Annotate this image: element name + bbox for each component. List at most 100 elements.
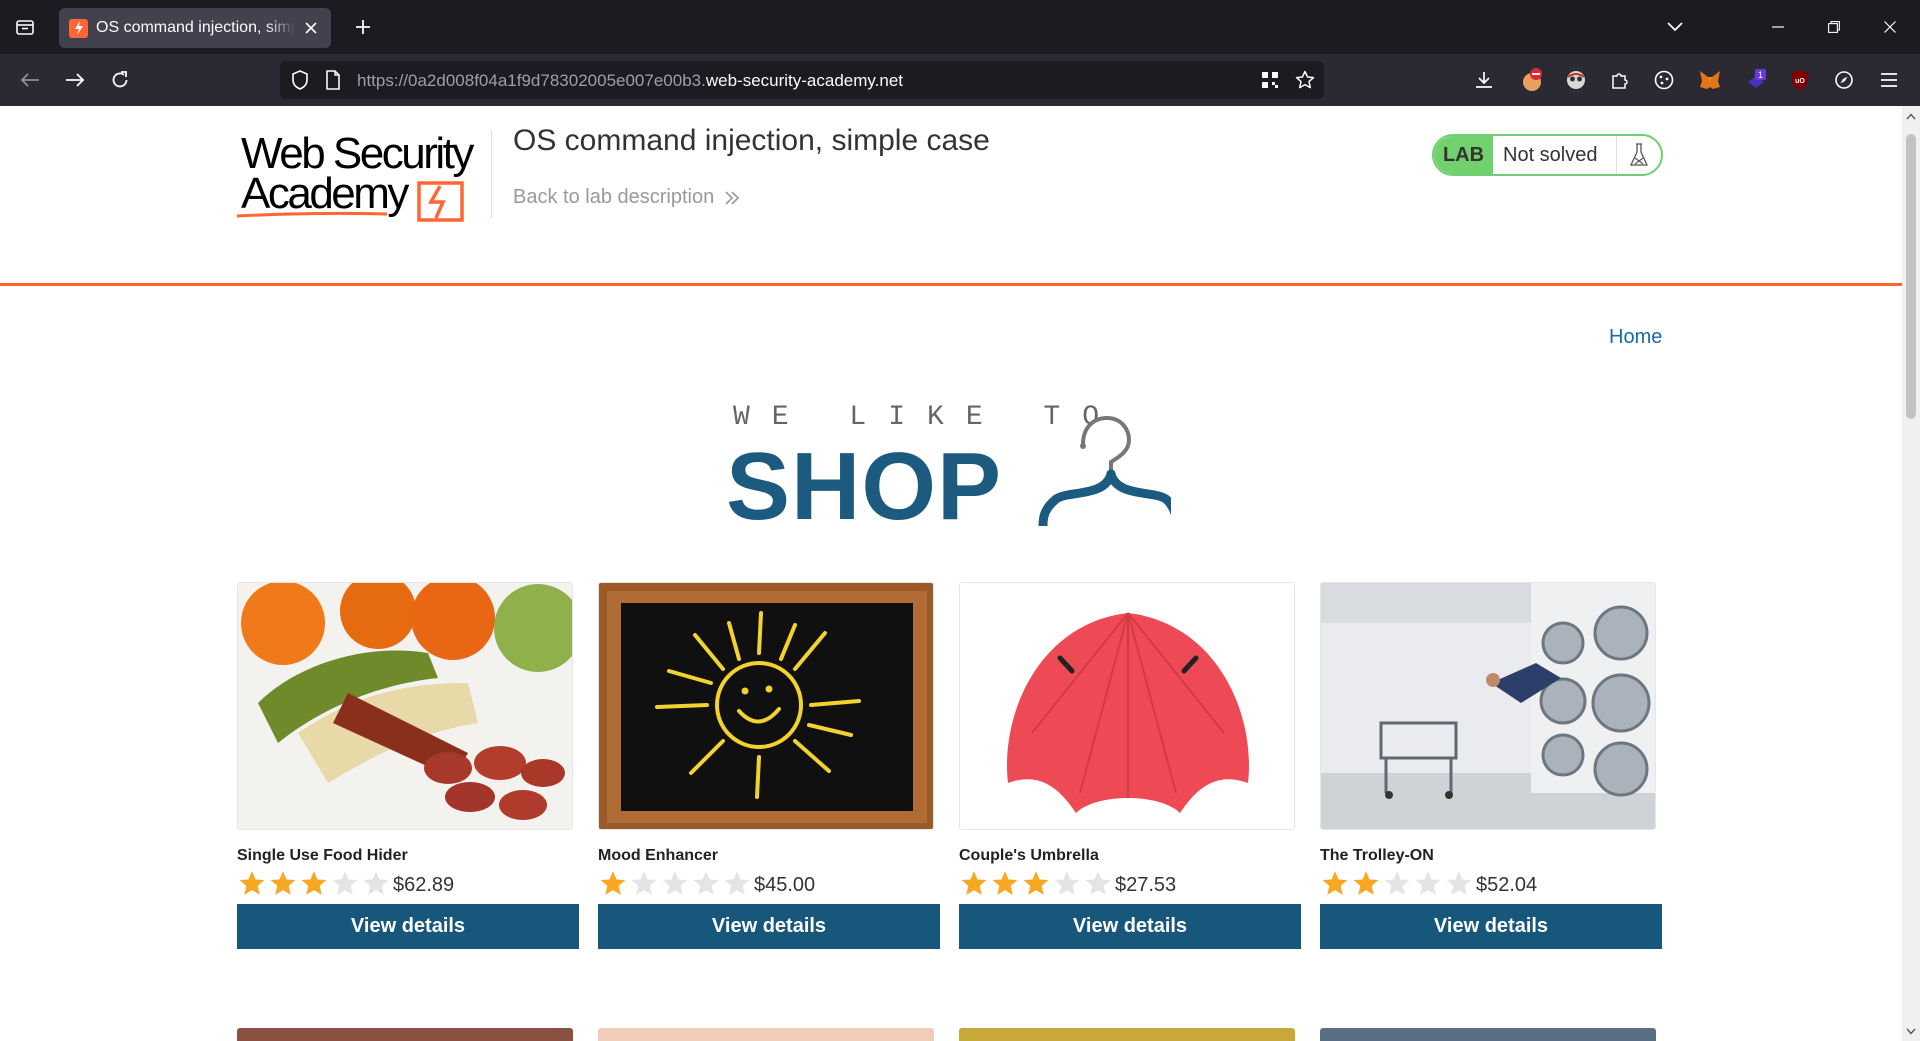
close-tab-icon[interactable] — [301, 18, 321, 38]
web-security-academy-logo[interactable]: Web Security Academy — [237, 128, 487, 224]
home-link[interactable]: Home — [1609, 326, 1662, 349]
star-filled-icon — [1322, 871, 1348, 895]
star-filled-icon — [301, 871, 327, 895]
downloads-icon[interactable] — [1470, 66, 1498, 94]
star-empty-icon — [332, 871, 358, 895]
cookie-icon[interactable] — [1650, 66, 1678, 94]
lab-badge: LAB — [1434, 136, 1493, 174]
back-to-lab-description-link[interactable]: Back to lab description — [513, 186, 740, 209]
clothes-hanger-icon — [1038, 415, 1171, 526]
flask-icon — [1617, 136, 1661, 174]
star-empty-icon — [363, 871, 389, 895]
active-tab[interactable]: OS command injection, simple case — [59, 8, 331, 48]
product-price: $45.00 — [754, 874, 816, 896]
svg-text:Academy: Academy — [241, 169, 409, 218]
back-link-label: Back to lab description — [513, 186, 715, 208]
product-name[interactable]: Mood Enhancer — [598, 847, 718, 865]
url-prefix: https://0a2d008f04a1f9d78302005e007e00b3… — [357, 71, 706, 90]
star-empty-icon — [693, 871, 719, 895]
portswigger-favicon-icon — [69, 18, 88, 38]
header-orange-rule — [0, 283, 1902, 286]
extension-blocker-icon[interactable] — [1518, 66, 1546, 94]
product-rating — [598, 868, 753, 898]
header-divider — [491, 130, 492, 218]
shield-icon[interactable] — [290, 70, 310, 90]
scrollbar-thumb[interactable] — [1906, 134, 1916, 419]
star-filled-icon — [239, 871, 265, 895]
back-arrow-icon[interactable] — [14, 64, 46, 96]
star-filled-icon — [1353, 871, 1379, 895]
star-empty-icon — [1415, 871, 1441, 895]
product-name[interactable]: The Trolley-ON — [1320, 847, 1434, 865]
ublock-origin-icon[interactable]: uO — [1786, 66, 1814, 94]
forward-arrow-icon[interactable] — [59, 64, 91, 96]
qr-code-icon[interactable] — [1260, 70, 1280, 90]
extension-badge-count: 1 — [1758, 70, 1763, 80]
product-image-couples-umbrella[interactable] — [959, 582, 1295, 830]
lab-status-widget: LAB Not solved — [1432, 134, 1663, 176]
view-details-button[interactable]: View details — [959, 904, 1301, 949]
product-image-next-row[interactable] — [598, 1028, 934, 1041]
lab-status-text: Not solved — [1493, 136, 1617, 174]
scroll-up-icon[interactable] — [1905, 110, 1917, 122]
app-menu-icon[interactable] — [1875, 66, 1903, 94]
star-empty-icon — [1384, 871, 1410, 895]
product-image-next-row[interactable] — [959, 1028, 1295, 1041]
product-rating — [237, 868, 392, 898]
star-filled-icon — [961, 871, 987, 895]
star-filled-icon — [1023, 871, 1049, 895]
star-empty-icon — [1085, 871, 1111, 895]
browser-tab-bar: OS command injection, simple case — [0, 0, 1920, 54]
product-image-next-row[interactable] — [237, 1028, 573, 1041]
url-host: web-security-academy.net — [705, 71, 903, 90]
address-bar[interactable]: https://0a2d008f04a1f9d78302005e007e00b3… — [280, 61, 1324, 99]
product-rating — [1320, 868, 1475, 898]
view-details-button[interactable]: View details — [1320, 904, 1662, 949]
metamask-fox-icon[interactable] — [1696, 66, 1724, 94]
scroll-down-icon[interactable] — [1905, 1025, 1917, 1037]
product-image-trolley-on[interactable] — [1320, 582, 1656, 830]
star-empty-icon — [724, 871, 750, 895]
extension-badge-icon[interactable]: 1 — [1742, 66, 1770, 94]
star-filled-icon — [600, 871, 626, 895]
bookmark-star-icon[interactable] — [1295, 70, 1315, 90]
product-rating — [959, 868, 1114, 898]
browser-nav-bar: https://0a2d008f04a1f9d78302005e007e00b3… — [0, 54, 1920, 106]
double-chevron-right-icon — [725, 190, 740, 205]
compass-icon[interactable] — [1830, 66, 1858, 94]
chevron-down-icon[interactable] — [1660, 12, 1690, 42]
extension-face-icon[interactable] — [1562, 66, 1590, 94]
svg-text:uO: uO — [1795, 78, 1805, 85]
star-empty-icon — [631, 871, 657, 895]
product-image-next-row[interactable] — [1320, 1028, 1656, 1041]
page-viewport: Web Security Academy OS command injectio… — [0, 106, 1902, 1041]
we-like-to-shop-banner: WE LIKE TO SHOP — [726, 396, 1172, 540]
new-tab-icon[interactable] — [348, 12, 378, 42]
page-scrollbar[interactable] — [1902, 106, 1920, 1041]
list-all-tabs-icon[interactable] — [10, 12, 40, 42]
product-name[interactable]: Couple's Umbrella — [959, 847, 1099, 865]
star-filled-icon — [992, 871, 1018, 895]
product-image-food-hider[interactable] — [237, 582, 573, 830]
product-price: $27.53 — [1115, 874, 1177, 896]
star-empty-icon — [1446, 871, 1472, 895]
banner-shop-word: SHOP — [726, 433, 1003, 540]
url-text[interactable]: https://0a2d008f04a1f9d78302005e007e00b3… — [357, 71, 903, 91]
product-image-mood-enhancer[interactable] — [598, 582, 934, 830]
tab-title: OS command injection, simple case — [96, 19, 295, 36]
product-name[interactable]: Single Use Food Hider — [237, 847, 408, 865]
minimize-window-icon[interactable] — [1756, 8, 1800, 46]
view-details-button[interactable]: View details — [237, 904, 579, 949]
view-details-button[interactable]: View details — [598, 904, 940, 949]
lab-title: OS command injection, simple case — [513, 124, 990, 157]
close-window-icon[interactable] — [1868, 8, 1912, 46]
product-price: $52.04 — [1476, 874, 1538, 896]
page-info-icon[interactable] — [323, 70, 343, 90]
restore-window-icon[interactable] — [1812, 8, 1856, 46]
product-price: $62.89 — [393, 874, 455, 896]
extensions-puzzle-icon[interactable] — [1606, 66, 1634, 94]
star-empty-icon — [662, 871, 688, 895]
star-filled-icon — [270, 871, 296, 895]
star-empty-icon — [1054, 871, 1080, 895]
reload-icon[interactable] — [104, 64, 136, 96]
